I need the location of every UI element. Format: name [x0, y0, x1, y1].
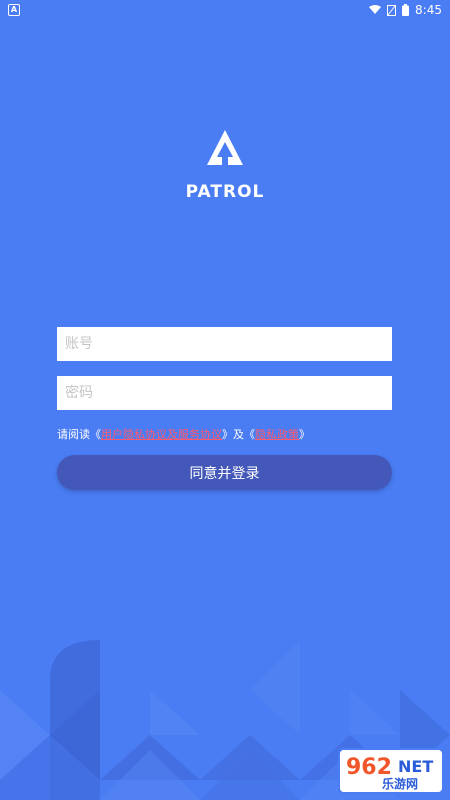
- status-bar: A 8:45: [0, 0, 450, 20]
- status-time: 8:45: [415, 3, 442, 17]
- user-privacy-agreement-link[interactable]: 用户隐私协议及服务协议: [101, 428, 222, 441]
- app-notification-icon: A: [8, 4, 20, 16]
- watermark-suffix: NET: [398, 757, 433, 776]
- app-logo: PATROL: [0, 128, 450, 202]
- agreement-middle: 》及《: [222, 428, 255, 441]
- status-right: 8:45: [369, 3, 450, 17]
- battery-icon: [402, 4, 410, 16]
- password-input[interactable]: [57, 376, 392, 410]
- watermark-logo: 962 NET 乐游网: [338, 748, 444, 794]
- agreement-text: 请阅读《用户隐私协议及服务协议》及《隐私政策》: [57, 426, 392, 442]
- wifi-icon: [369, 5, 382, 14]
- watermark-graphic: 962 NET 乐游网: [340, 750, 442, 792]
- tree-triangle-logo-icon: [207, 130, 243, 165]
- agreement-suffix: 》: [299, 428, 310, 441]
- agreement-prefix: 请阅读《: [57, 428, 101, 441]
- watermark-subtitle: 乐游网: [382, 776, 418, 791]
- agree-and-login-button[interactable]: 同意并登录: [57, 455, 392, 490]
- account-input[interactable]: [57, 327, 392, 361]
- status-left: A: [0, 4, 20, 16]
- privacy-policy-link[interactable]: 隐私政策: [255, 428, 299, 441]
- app-title: PATROL: [185, 182, 265, 202]
- no-signal-icon: [387, 4, 397, 16]
